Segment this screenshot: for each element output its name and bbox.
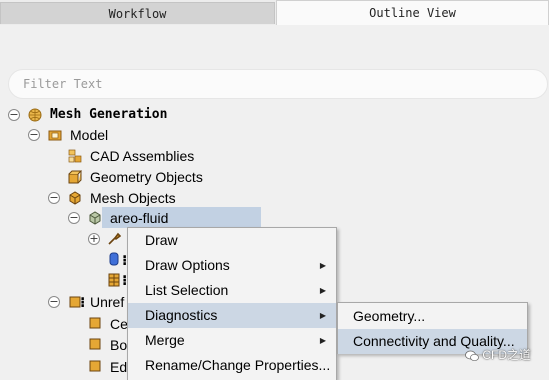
tree-item-dots-icon: ⁝ (80, 294, 86, 310)
tree-item-label: Bo (110, 337, 128, 353)
collapse-toggle-icon[interactable]: − (68, 212, 80, 224)
mesh-generation-globe-icon (28, 108, 42, 122)
menu-item-label: Rename/Change Properties... (145, 357, 331, 373)
tree-item-label: CAD Assemblies (90, 148, 195, 164)
wechat-icon (465, 350, 479, 361)
tree-item-cad-assemblies[interactable]: CAD Assemblies (0, 146, 300, 166)
cylinder-icon (109, 252, 119, 266)
submenu-arrow-icon: ▶ (319, 311, 326, 320)
watermark-text: CFD之道 (482, 348, 532, 362)
menu-item-label: Diagnostics (145, 307, 218, 323)
menu-item-rename-change-properties[interactable]: Rename/Change Properties... (128, 353, 336, 378)
cell-zone-icon (89, 317, 101, 329)
menu-item-label: Merge (145, 332, 185, 348)
boundary-zone-icon (89, 338, 101, 350)
menu-item-geometry[interactable]: Geometry... (338, 304, 527, 329)
tree-item-hidden[interactable]: ⁝ (0, 270, 130, 290)
watermark: CFD之道 (465, 346, 531, 363)
menu-item-draw-options[interactable]: Draw Options ▶ (128, 253, 336, 278)
submenu-arrow-icon: ▶ (319, 336, 326, 345)
tree-item-label: Model (70, 127, 109, 143)
submenu-arrow-icon: ▶ (319, 261, 326, 270)
tree-item-areo-fluid[interactable]: − areo-fluid (0, 208, 300, 228)
tree-item-hidden[interactable]: ⁝ (0, 250, 130, 270)
expand-toggle-icon[interactable]: + (88, 233, 100, 245)
collapse-toggle-icon[interactable]: − (48, 192, 60, 204)
mesh-objects-icon (69, 191, 81, 205)
collapse-toggle-icon[interactable]: − (8, 109, 20, 121)
menu-item-label: Draw (145, 232, 178, 248)
filter-text-input[interactable]: Filter Text (8, 69, 548, 99)
model-box-icon (48, 130, 62, 141)
tree-item-label: Ed (110, 359, 128, 375)
mesh-object-cube-icon (89, 211, 101, 225)
tree-item-areo-fluid-child[interactable]: + (0, 229, 130, 249)
geometry-objects-icon (68, 170, 82, 184)
menu-item-label: Geometry... (353, 308, 426, 324)
tree-item-ed[interactable]: Ed (0, 356, 130, 376)
submenu-arrow-icon: ▶ (319, 286, 326, 295)
tab-workflow[interactable]: Workflow (0, 2, 275, 24)
tree-item-label: Mesh Objects (90, 190, 176, 206)
collapse-toggle-icon[interactable]: − (28, 129, 40, 141)
tree-item-unreferenced[interactable]: − ⁝ Unref (0, 292, 130, 312)
tree-item-bo[interactable]: Bo (0, 334, 130, 354)
menu-item-diagnostics[interactable]: Diagnostics ▶ (128, 303, 336, 328)
tree-item-geometry-objects[interactable]: Geometry Objects (0, 167, 300, 187)
menu-item-label: Draw Options (145, 257, 230, 273)
tree-item-label: Geometry Objects (90, 169, 203, 185)
tree-item-mesh-objects[interactable]: − Mesh Objects (0, 188, 300, 208)
tab-outline-view[interactable]: Outline View (276, 0, 549, 25)
tree-item-label: Mesh Generation (50, 107, 168, 122)
tree-item-model[interactable]: − Model (0, 125, 300, 145)
menu-item-label: List Selection (145, 282, 229, 298)
edge-zone-icon (89, 360, 101, 372)
tree-item-label: Unref (90, 294, 125, 310)
tree-item-label: Ce (110, 316, 128, 332)
tab-bar: Workflow Outline View (0, 0, 549, 25)
cad-assemblies-icon (68, 149, 82, 163)
tool-icon (108, 232, 121, 245)
context-menu: Draw Draw Options ▶ List Selection ▶ Diagn… (127, 227, 337, 380)
tree-item-ce[interactable]: Ce (0, 313, 130, 333)
tree-item-label: areo-fluid (110, 210, 169, 226)
menu-item-list-selection[interactable]: List Selection ▶ (128, 278, 336, 303)
grid-box-icon (108, 273, 120, 287)
collapse-toggle-icon[interactable]: − (48, 296, 60, 308)
menu-item-merge[interactable]: Merge ▶ (128, 328, 336, 353)
menu-item-draw[interactable]: Draw (128, 228, 336, 253)
tree-item-mesh-generation[interactable]: − Mesh Generation (0, 105, 300, 125)
